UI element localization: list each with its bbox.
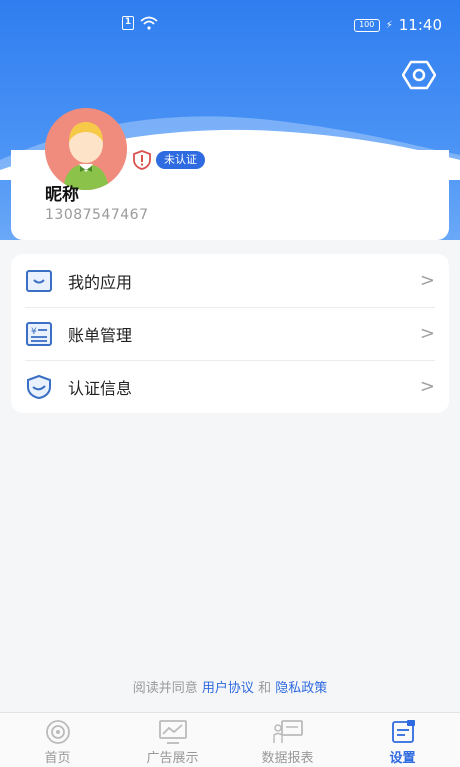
ad-display-icon <box>159 720 187 744</box>
wifi-icon <box>140 16 158 30</box>
home-target-icon <box>46 720 70 744</box>
svg-text:¥: ¥ <box>31 327 37 337</box>
agreement-text: 阅读并同意 用户协议 和 隐私政策 <box>0 677 460 696</box>
clock: 11:40 <box>398 16 442 34</box>
nav-item-ad-display[interactable]: 广告展示 <box>115 713 230 767</box>
menu-card: 我的应用 > ¥ 账单管理 > 认证信息 > <box>11 254 449 413</box>
menu-item-label: 我的应用 <box>68 272 133 292</box>
nav-label: 广告展示 <box>146 751 199 766</box>
verify-status-badge[interactable]: 未认证 <box>156 151 205 169</box>
shield-check-icon <box>27 374 51 399</box>
privacy-policy-link[interactable]: 隐私政策 <box>275 681 327 696</box>
menu-item-label: 认证信息 <box>68 378 133 398</box>
settings-gear-icon[interactable] <box>402 60 436 90</box>
menu-item-my-apps[interactable]: 我的应用 > <box>11 254 449 307</box>
menu-item-verification-info[interactable]: 认证信息 > <box>11 360 449 413</box>
bottom-nav: 首页 广告展示 数据报表 设置 <box>0 712 460 767</box>
avatar-illustration-icon <box>45 108 127 190</box>
phone-number: 13087547467 <box>45 207 149 223</box>
warning-shield-icon <box>133 150 151 170</box>
nav-label: 首页 <box>44 751 71 766</box>
charging-icon: ⚡ <box>385 19 393 31</box>
bill-icon: ¥ <box>26 321 52 346</box>
chevron-right-icon: > <box>419 270 435 291</box>
menu-item-bill-management[interactable]: ¥ 账单管理 > <box>11 307 449 360</box>
nav-item-data-report[interactable]: 数据报表 <box>230 713 345 767</box>
nav-label: 设置 <box>389 751 416 766</box>
report-icon <box>273 720 303 743</box>
nav-item-home[interactable]: 首页 <box>0 713 115 767</box>
nav-item-settings[interactable]: 设置 <box>345 713 460 767</box>
app-box-icon <box>26 269 52 292</box>
chevron-right-icon: > <box>419 323 435 344</box>
agreement-prefix: 阅读并同意 <box>132 681 198 696</box>
avatar[interactable] <box>45 108 127 190</box>
nav-label: 数据报表 <box>261 751 314 766</box>
settings-icon <box>392 720 415 743</box>
status-bar: 1 100 ⚡ 11:40 <box>0 0 460 48</box>
battery-icon: 100 <box>353 18 380 32</box>
menu-item-label: 账单管理 <box>68 325 133 345</box>
user-agreement-link[interactable]: 用户协议 <box>202 681 254 696</box>
sim-card-icon: 1 <box>122 16 134 30</box>
nickname: 昵称 <box>45 185 79 205</box>
chevron-right-icon: > <box>419 376 435 397</box>
agreement-and: 和 <box>258 681 272 696</box>
